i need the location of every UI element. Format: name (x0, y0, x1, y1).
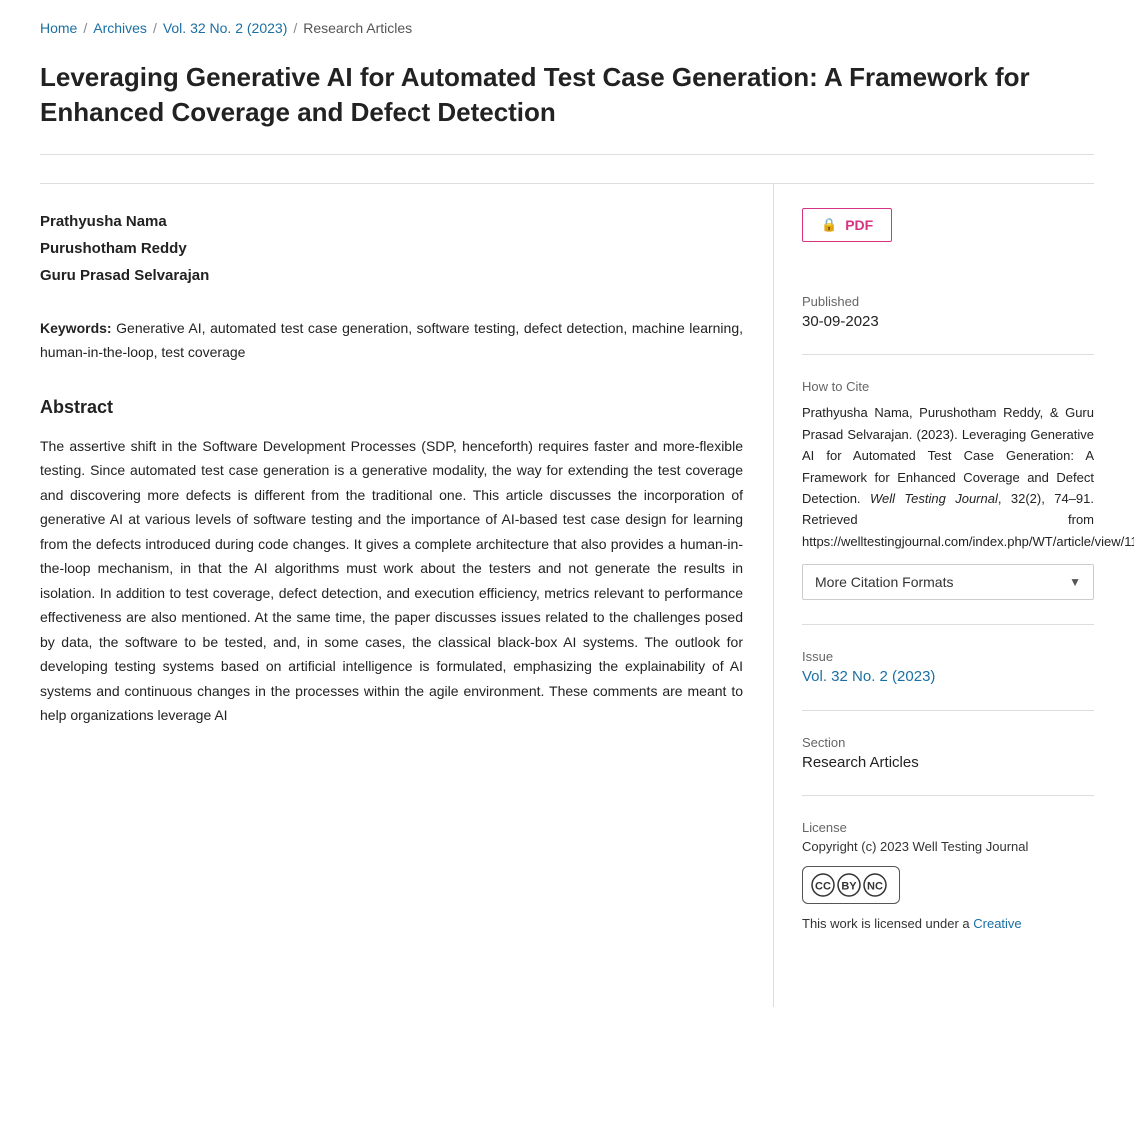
author-1: Prathyusha Nama (40, 208, 743, 235)
author-3: Guru Prasad Selvarajan (40, 262, 743, 289)
cc-badge: CC BY NC (802, 866, 900, 904)
license-section: License Copyright (c) 2023 Well Testing … (802, 820, 1094, 959)
how-to-cite-label: How to Cite (802, 379, 1094, 394)
lock-icon: 🔒 (821, 217, 837, 233)
published-date: 30-09-2023 (802, 313, 1094, 330)
license-text: This work is licensed under a Creative (802, 914, 1094, 935)
dropdown-arrow-icon: ▼ (1069, 575, 1081, 589)
published-label: Published (802, 294, 1094, 309)
creative-commons-link[interactable]: Creative (973, 916, 1021, 931)
section-section: Section Research Articles (802, 735, 1094, 796)
issue-label: Issue (802, 649, 1094, 664)
breadcrumb-home[interactable]: Home (40, 20, 77, 36)
main-content: Prathyusha Nama Purushotham Reddy Guru P… (40, 184, 774, 1007)
pdf-label: PDF (845, 217, 873, 233)
pdf-section: 🔒 PDF (802, 208, 1094, 266)
how-to-cite-section: How to Cite Prathyusha Nama, Purushotham… (802, 379, 1094, 625)
issue-section: Issue Vol. 32 No. 2 (2023) (802, 649, 1094, 711)
more-citation-button[interactable]: More Citation Formats ▼ (802, 564, 1094, 600)
license-label: License (802, 820, 1094, 835)
breadcrumb: Home / Archives / Vol. 32 No. 2 (2023) /… (40, 20, 1094, 36)
section-value: Research Articles (802, 754, 1094, 771)
svg-text:NC: NC (867, 881, 883, 893)
breadcrumb-sep-1: / (83, 20, 87, 36)
keywords-section: Keywords: Generative AI, automated test … (40, 317, 743, 365)
breadcrumb-sep-3: / (293, 20, 297, 36)
section-label: Section (802, 735, 1094, 750)
keywords-label: Keywords: (40, 320, 112, 336)
license-text-pre: This work is licensed under a (802, 916, 973, 931)
breadcrumb-section: Research Articles (303, 20, 412, 36)
pdf-button[interactable]: 🔒 PDF (802, 208, 892, 242)
article-title: Leveraging Generative AI for Automated T… (40, 60, 1094, 155)
svg-text:BY: BY (841, 881, 857, 893)
author-2: Purushotham Reddy (40, 235, 743, 262)
keywords-text: Generative AI, automated test case gener… (40, 320, 743, 360)
authors-section: Prathyusha Nama Purushotham Reddy Guru P… (40, 208, 743, 289)
breadcrumb-archives[interactable]: Archives (93, 20, 147, 36)
breadcrumb-sep-2: / (153, 20, 157, 36)
published-section: Published 30-09-2023 (802, 294, 1094, 355)
breadcrumb-volume[interactable]: Vol. 32 No. 2 (2023) (163, 20, 288, 36)
sidebar: 🔒 PDF Published 30-09-2023 How to Cite P… (774, 184, 1094, 1007)
citation-journal-italic: Well Testing Journal (870, 491, 998, 506)
issue-link[interactable]: Vol. 32 No. 2 (2023) (802, 668, 935, 685)
abstract-text: The assertive shift in the Software Deve… (40, 434, 743, 728)
abstract-section: Abstract The assertive shift in the Soft… (40, 397, 743, 728)
cc-icons-svg: CC BY NC (811, 871, 891, 899)
page-wrapper: Home / Archives / Vol. 32 No. 2 (2023) /… (0, 0, 1134, 1027)
abstract-title: Abstract (40, 397, 743, 418)
svg-text:CC: CC (815, 881, 831, 893)
content-area: Prathyusha Nama Purushotham Reddy Guru P… (40, 183, 1094, 1007)
citation-text: Prathyusha Nama, Purushotham Reddy, & Gu… (802, 402, 1094, 552)
license-copyright: Copyright (c) 2023 Well Testing Journal (802, 839, 1094, 854)
more-citation-label: More Citation Formats (815, 574, 953, 590)
